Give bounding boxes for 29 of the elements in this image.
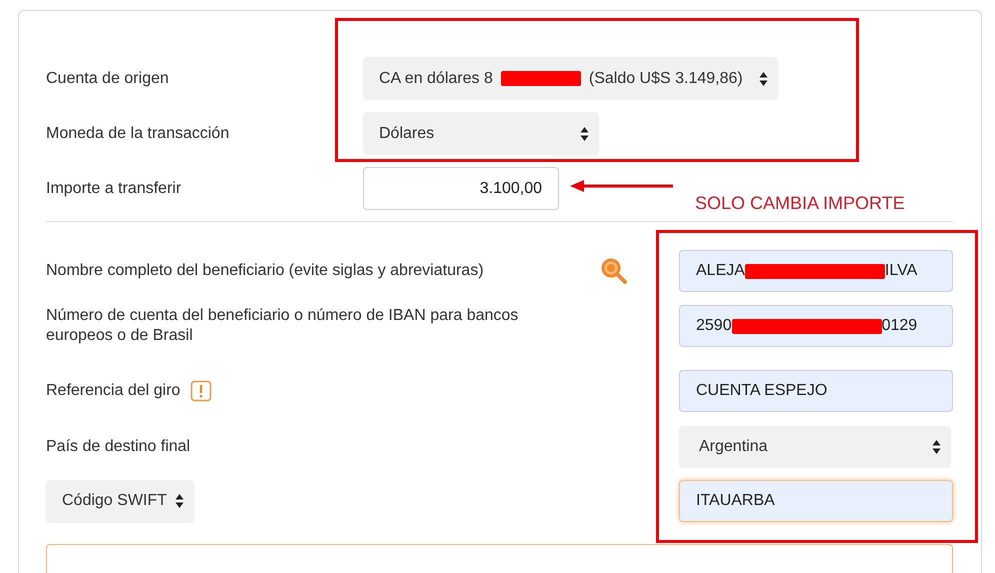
select-field[interactable]: Argentina <box>679 426 951 468</box>
field-label: Moneda de la transacción <box>46 124 230 144</box>
text-input[interactable]: ALEJA ILVA <box>679 250 953 292</box>
field-value: (Saldo U$S 3.149,86) <box>588 70 743 88</box>
amount-field[interactable]: 3.100,00 <box>363 167 559 210</box>
text-input[interactable]: CUENTA ESPEJO <box>679 370 953 412</box>
field-label: País de destino final <box>46 437 192 457</box>
select-field[interactable]: Dólares <box>363 112 599 155</box>
field-value: ILVA <box>884 262 918 280</box>
select-field[interactable]: Código SWIFT <box>46 480 194 522</box>
text-input[interactable]: ITAUARBA <box>679 480 953 522</box>
field-value: 2590 <box>696 317 732 335</box>
select-label: Código SWIFT <box>62 492 167 510</box>
field-value: CA en dólares 8 <box>379 70 493 88</box>
text-input[interactable]: 2590 0129 <box>679 305 953 347</box>
field-value: CUENTA ESPEJO <box>696 382 828 400</box>
field-value: ALEJA <box>696 262 745 280</box>
field-label: Número de cuenta del beneficiario o número de IBAN para bancos europeos o de Brasil <box>46 306 520 346</box>
field-label: Referencia del giro <box>46 381 180 401</box>
field-label: Cuenta de origen <box>46 68 170 88</box>
field-value: Dólares <box>379 124 434 142</box>
field-value: 3.100,00 <box>480 180 542 198</box>
select-field[interactable]: CA en dólares 8 (Saldo U$S 3.149,86) <box>363 57 778 100</box>
field-label: Nombre completo del beneficiario (evite siglas y abreviaturas) <box>46 261 485 281</box>
field-label: Importe a transferir <box>46 178 182 198</box>
field-value: Argentina <box>699 438 768 456</box>
field-value: 0129 <box>882 317 918 335</box>
field-value: ITAUARBA <box>696 492 775 510</box>
annotation-note: SOLO CAMBIA IMPORTE <box>695 193 905 214</box>
